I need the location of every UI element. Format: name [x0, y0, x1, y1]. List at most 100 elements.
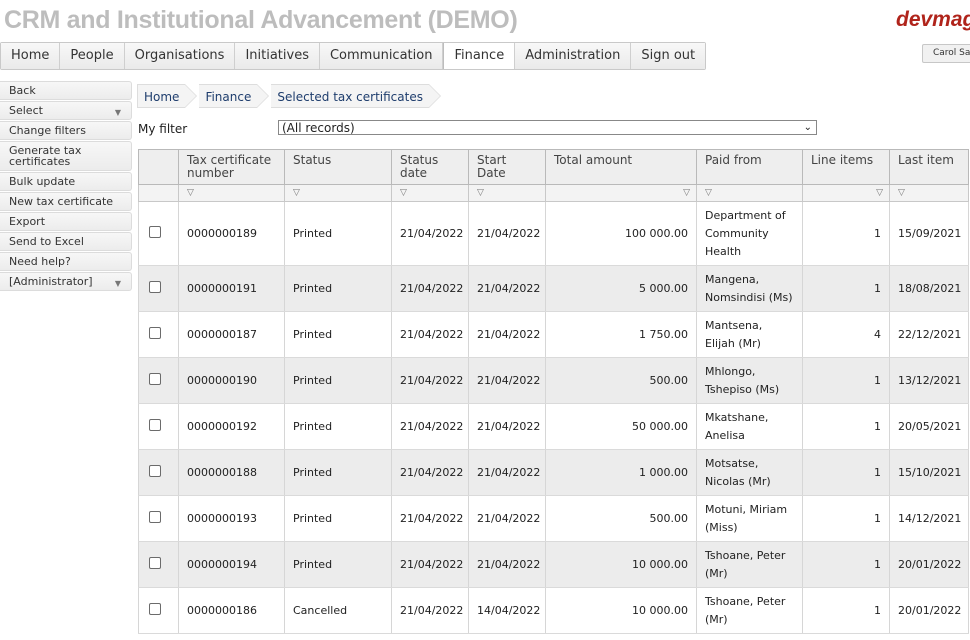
cell-line-items: 1	[802, 201, 890, 266]
tab-administration[interactable]: Administration	[515, 43, 632, 69]
menu-export[interactable]: Export	[0, 212, 132, 231]
cell-last-item: 20/05/2021	[889, 403, 969, 450]
cell-status-date: 21/04/2022	[391, 357, 469, 404]
cell-status-date: 21/04/2022	[391, 403, 469, 450]
row-checkbox-cell[interactable]	[138, 357, 179, 404]
funnel-icon[interactable]: ▽	[683, 188, 690, 198]
table-row[interactable]: 0000000193 Printed 21/04/2022 21/04/2022…	[138, 495, 969, 542]
cell-start-date: 21/04/2022	[468, 541, 546, 588]
cell-paid-from: Mhlongo, Tshepiso (Ms)	[696, 357, 803, 404]
cell-line-items: 1	[802, 587, 890, 634]
cell-number: 0000000188	[178, 449, 285, 496]
menu-bulk-update[interactable]: Bulk update	[0, 172, 132, 191]
row-checkbox[interactable]	[149, 226, 161, 238]
row-checkbox[interactable]	[149, 511, 161, 523]
table-row[interactable]: 0000000194 Printed 21/04/2022 21/04/2022…	[138, 541, 969, 588]
cell-status: Printed	[284, 403, 392, 450]
filter-cell[interactable]: ▽	[696, 184, 803, 202]
cell-last-item: 20/01/2022	[889, 541, 969, 588]
funnel-icon[interactable]: ▽	[477, 188, 484, 198]
tab-communication[interactable]: Communication	[319, 43, 444, 69]
column-header-status-date[interactable]: Status date	[391, 149, 469, 185]
row-checkbox[interactable]	[149, 373, 161, 385]
user-button[interactable]: Carol Saunders	[922, 44, 970, 63]
table-row[interactable]: 0000000192 Printed 21/04/2022 21/04/2022…	[138, 403, 969, 450]
tab-sign-out[interactable]: Sign out	[631, 43, 706, 69]
header-row: Tax certificate number Status Status dat…	[138, 149, 969, 185]
filter-cell[interactable]: ▽	[802, 184, 890, 202]
row-checkbox[interactable]	[149, 281, 161, 293]
row-checkbox-cell[interactable]	[138, 311, 179, 358]
column-header-total-amount[interactable]: Total amount	[545, 149, 697, 185]
row-checkbox-cell[interactable]	[138, 265, 179, 312]
menu-generate-tax-certificates[interactable]: Generate tax certificates	[0, 141, 132, 171]
filter-cell[interactable]: ▽	[391, 184, 469, 202]
breadcrumb-finance[interactable]: Finance	[199, 84, 270, 108]
cell-total-amount: 1 000.00	[545, 449, 697, 496]
row-checkbox[interactable]	[149, 419, 161, 431]
filter-select[interactable]: (All records) ⌄	[278, 120, 817, 135]
column-header-status[interactable]: Status	[284, 149, 392, 185]
menu-export-label: Export	[9, 215, 46, 228]
row-checkbox-cell[interactable]	[138, 495, 179, 542]
menu-administrator[interactable]: [Administrator] ▼	[0, 272, 132, 291]
row-checkbox[interactable]	[149, 327, 161, 339]
row-checkbox-cell[interactable]	[138, 587, 179, 634]
cell-start-date: 21/04/2022	[468, 403, 546, 450]
row-checkbox[interactable]	[149, 465, 161, 477]
cell-paid-from: Mangena, Nomsindisi (Ms)	[696, 265, 803, 312]
funnel-icon[interactable]: ▽	[898, 188, 905, 198]
cell-paid-from: Mkatshane, Anelisa	[696, 403, 803, 450]
tab-people[interactable]: People	[60, 43, 125, 69]
table-row[interactable]: 0000000190 Printed 21/04/2022 21/04/2022…	[138, 357, 969, 404]
menu-new-label: New tax certificate	[9, 195, 114, 208]
funnel-icon[interactable]: ▽	[187, 188, 194, 198]
menu-new-tax-certificate[interactable]: New tax certificate	[0, 192, 132, 211]
funnel-icon[interactable]: ▽	[293, 188, 300, 198]
table-row[interactable]: 0000000191 Printed 21/04/2022 21/04/2022…	[138, 265, 969, 312]
funnel-icon[interactable]: ▽	[705, 188, 712, 198]
funnel-icon[interactable]: ▽	[400, 188, 407, 198]
top-navigation: Home People Organisations Initiatives Co…	[0, 42, 707, 70]
table-row[interactable]: 0000000189 Printed 21/04/2022 21/04/2022…	[138, 201, 969, 266]
cell-total-amount: 1 750.00	[545, 311, 697, 358]
row-checkbox[interactable]	[149, 557, 161, 569]
row-checkbox-cell[interactable]	[138, 403, 179, 450]
filter-cell[interactable]: ▽	[468, 184, 546, 202]
table-row[interactable]: 0000000188 Printed 21/04/2022 21/04/2022…	[138, 449, 969, 496]
cell-total-amount: 50 000.00	[545, 403, 697, 450]
tab-home[interactable]: Home	[1, 43, 61, 69]
tab-finance[interactable]: Finance	[443, 43, 516, 69]
row-checkbox-cell[interactable]	[138, 541, 179, 588]
menu-back[interactable]: Back	[0, 81, 132, 100]
menu-change-filters[interactable]: Change filters	[0, 121, 132, 140]
tab-initiatives[interactable]: Initiatives	[235, 43, 320, 69]
menu-send-to-excel[interactable]: Send to Excel	[0, 232, 132, 251]
cell-start-date: 21/04/2022	[468, 449, 546, 496]
menu-select[interactable]: Select ▼	[0, 101, 132, 120]
menu-select-label: Select	[9, 104, 43, 117]
row-checkbox-cell[interactable]	[138, 201, 179, 266]
cell-status-date: 21/04/2022	[391, 311, 469, 358]
row-checkbox-cell[interactable]	[138, 449, 179, 496]
table-row[interactable]: 0000000186 Cancelled 21/04/2022 14/04/20…	[138, 587, 969, 634]
funnel-icon[interactable]: ▽	[876, 188, 883, 198]
filter-cell[interactable]: ▽	[284, 184, 392, 202]
cell-paid-from: Motsatse, Nicolas (Mr)	[696, 449, 803, 496]
tab-organisations[interactable]: Organisations	[124, 43, 236, 69]
column-header-paid-from[interactable]: Paid from	[696, 149, 803, 185]
breadcrumb-home[interactable]: Home	[137, 84, 198, 108]
column-header-start-date[interactable]: Start Date	[468, 149, 546, 185]
filter-cell[interactable]: ▽	[545, 184, 697, 202]
filter-cell[interactable]: ▽	[889, 184, 969, 202]
filter-cell[interactable]: ▽	[178, 184, 285, 202]
row-checkbox[interactable]	[149, 603, 161, 615]
cell-status: Printed	[284, 357, 392, 404]
column-header-last-item[interactable]: Last item	[889, 149, 969, 185]
devmag-logo[interactable]: devmag	[896, 8, 970, 32]
column-header-number[interactable]: Tax certificate number	[178, 149, 285, 185]
table-row[interactable]: 0000000187 Printed 21/04/2022 21/04/2022…	[138, 311, 969, 358]
column-header-line-items[interactable]: Line items	[802, 149, 890, 185]
filter-row: ▽ ▽ ▽ ▽ ▽ ▽ ▽ ▽	[138, 184, 969, 202]
menu-need-help[interactable]: Need help?	[0, 252, 132, 271]
